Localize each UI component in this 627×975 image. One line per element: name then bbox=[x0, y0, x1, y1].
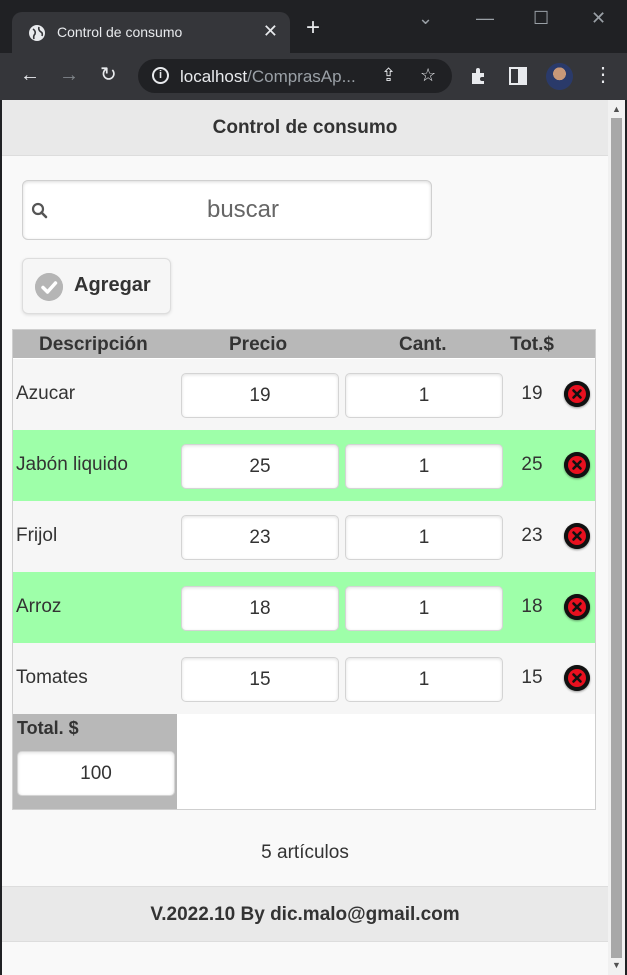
add-button-label: Agregar bbox=[74, 274, 151, 296]
share-icon[interactable]: ⇪ bbox=[381, 65, 396, 86]
column-header-total: Tot.$ bbox=[510, 334, 554, 355]
add-button[interactable]: Agregar bbox=[22, 258, 171, 314]
quantity-input[interactable]: 1 bbox=[345, 657, 503, 702]
check-icon bbox=[35, 273, 63, 301]
search-input[interactable] bbox=[63, 181, 423, 239]
page-footer: V.2022.10 By dic.malo@gmail.com bbox=[2, 886, 608, 942]
item-description: Arroz bbox=[16, 596, 62, 617]
delete-icon[interactable] bbox=[564, 452, 590, 478]
item-total: 19 bbox=[521, 383, 543, 404]
item-total: 25 bbox=[521, 454, 543, 475]
total-box: Total. $ 100 bbox=[13, 714, 177, 809]
total-field[interactable]: 100 bbox=[17, 751, 175, 796]
delete-icon[interactable] bbox=[564, 594, 590, 620]
table-header: Descripción Precio Cant. Tot.$ bbox=[13, 330, 595, 358]
avatar[interactable] bbox=[546, 63, 573, 90]
tab-title: Control de consumo bbox=[57, 24, 183, 40]
item-description: Jabón liquido bbox=[16, 454, 128, 475]
table-row: Jabón liquido 25 1 25 bbox=[13, 430, 595, 501]
column-header-precio: Precio bbox=[229, 334, 288, 355]
search-box[interactable] bbox=[22, 180, 432, 240]
page-title: Control de consumo bbox=[2, 100, 608, 156]
window-close-icon[interactable]: ✕ bbox=[591, 8, 606, 29]
price-input[interactable]: 15 bbox=[181, 657, 339, 702]
page-viewport: Control de consumo Agregar Descripción P… bbox=[2, 100, 608, 975]
table-row: Azucar 19 1 19 bbox=[13, 359, 595, 430]
price-input[interactable]: 25 bbox=[181, 444, 339, 489]
reload-icon[interactable]: ↻ bbox=[100, 63, 117, 87]
back-icon[interactable]: ← bbox=[20, 63, 40, 87]
browser-chrome: Control de consumo ✕ + ⌄ — ☐ ✕ ← → ↻ i l… bbox=[0, 0, 627, 100]
extensions-icon[interactable] bbox=[469, 66, 489, 86]
total-label: Total. $ bbox=[17, 718, 79, 738]
scrollbar-thumb[interactable] bbox=[611, 118, 622, 958]
price-input[interactable]: 19 bbox=[181, 373, 339, 418]
column-header-cantidad: Cant. bbox=[399, 334, 447, 355]
delete-icon[interactable] bbox=[564, 665, 590, 691]
table-row: Arroz 18 1 18 bbox=[13, 572, 595, 643]
maximize-icon[interactable]: ☐ bbox=[533, 8, 549, 29]
menu-icon[interactable]: ⋮ bbox=[593, 63, 613, 87]
table-row: Frijol 23 1 23 bbox=[13, 501, 595, 572]
minimize-icon[interactable]: — bbox=[476, 8, 494, 29]
tab-bar: Control de consumo ✕ + ⌄ — ☐ ✕ bbox=[0, 0, 627, 53]
item-total: 18 bbox=[521, 596, 543, 617]
quantity-input[interactable]: 1 bbox=[345, 515, 503, 560]
search-icon bbox=[31, 202, 48, 219]
star-icon[interactable]: ☆ bbox=[420, 65, 436, 86]
quantity-input[interactable]: 1 bbox=[345, 444, 503, 489]
item-description: Tomates bbox=[16, 667, 88, 688]
price-input[interactable]: 18 bbox=[181, 586, 339, 631]
quantity-input[interactable]: 1 bbox=[345, 373, 503, 418]
info-icon[interactable]: i bbox=[152, 67, 169, 84]
delete-icon[interactable] bbox=[564, 523, 590, 549]
item-count: 5 artículos bbox=[261, 842, 349, 863]
item-total: 23 bbox=[521, 525, 543, 546]
delete-icon[interactable] bbox=[564, 381, 590, 407]
item-total: 15 bbox=[521, 667, 543, 688]
address-bar[interactable]: i localhost/ComprasAp... ⇪ ☆ bbox=[138, 59, 452, 93]
quantity-input[interactable]: 1 bbox=[345, 586, 503, 631]
globe-icon bbox=[29, 25, 45, 41]
scrollbar[interactable]: ▲ ▼ bbox=[608, 100, 625, 975]
price-input[interactable]: 23 bbox=[181, 515, 339, 560]
sidepanel-icon[interactable] bbox=[509, 67, 527, 85]
scroll-up-icon[interactable]: ▲ bbox=[611, 104, 622, 114]
table-row: Tomates 15 1 15 bbox=[13, 643, 595, 714]
browser-tab[interactable]: Control de consumo ✕ bbox=[12, 12, 290, 53]
forward-icon[interactable]: → bbox=[59, 63, 79, 87]
chevron-down-icon[interactable]: ⌄ bbox=[418, 8, 433, 29]
close-icon[interactable]: ✕ bbox=[263, 21, 278, 42]
column-header-descripcion: Descripción bbox=[39, 334, 148, 355]
items-table: Descripción Precio Cant. Tot.$ Azucar 19… bbox=[12, 329, 596, 810]
plus-icon[interactable]: + bbox=[306, 16, 320, 40]
browser-toolbar: ← → ↻ i localhost/ComprasAp... ⇪ ☆ ⋮ bbox=[0, 53, 627, 100]
item-description: Azucar bbox=[16, 383, 76, 404]
url-text: localhost/ComprasAp... bbox=[180, 67, 356, 86]
item-description: Frijol bbox=[16, 525, 58, 546]
scroll-down-icon[interactable]: ▼ bbox=[611, 960, 622, 970]
